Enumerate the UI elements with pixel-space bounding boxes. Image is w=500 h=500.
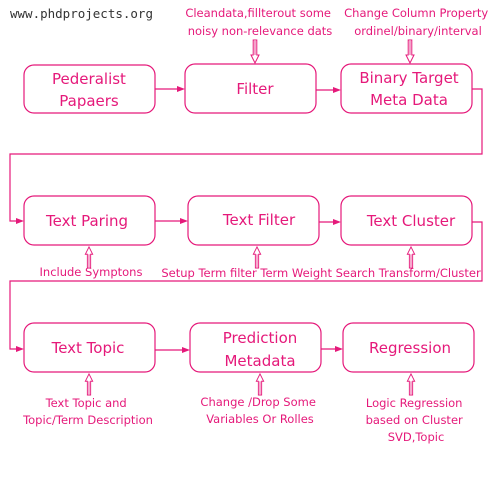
double-arrow-up-icon (406, 373, 416, 396)
double-arrow-up-icon (252, 246, 262, 269)
note-paring: Include Symptons (40, 265, 143, 279)
node-filter: Filter (184, 63, 317, 114)
double-arrow-down-icon (405, 39, 415, 64)
node-text-filter: Text Filter (187, 195, 320, 246)
double-arrow-up-icon (255, 373, 265, 396)
node-pederalist-papers: Pederalist Papaers (23, 64, 156, 114)
note-row2: Setup Term filter Term Weight Search Tra… (161, 266, 481, 280)
svg-text:Text Topic: Text Topic (51, 339, 125, 357)
node-text-topic: Text Topic (23, 322, 156, 373)
svg-text:Regression: Regression (369, 339, 451, 357)
note-filter: Cleandata,fillterout some noisy non-rele… (185, 6, 334, 38)
node-text-paring: Text Paring (23, 195, 156, 246)
node-text-cluster: Text Cluster (340, 195, 473, 246)
double-arrow-up-icon (406, 246, 416, 269)
watermark: www.phdprojects.org (10, 6, 153, 21)
node-prediction-metadata: Prediction Metadata (189, 322, 322, 373)
note-prediction: Change /Drop Some Variables Or Rolles (200, 395, 319, 426)
svg-text:Text Cluster: Text Cluster (366, 212, 456, 230)
note-topic: Text Topic and Topic/Term Description (22, 396, 153, 427)
node-binary-target: Binary Target Meta Data (340, 63, 473, 114)
note-binary: Change Column Property ordinel/binary/in… (344, 6, 492, 38)
node-regression: Regression (342, 322, 475, 373)
svg-text:Filter: Filter (236, 80, 274, 98)
note-regression: Logic Regression based on Cluster SVD,To… (366, 396, 467, 444)
double-arrow-down-icon (250, 39, 260, 64)
svg-text:Text Paring: Text Paring (45, 212, 128, 230)
flow-diagram: www.phdprojects.org Cleandata,fillterout… (9, 6, 492, 444)
double-arrow-up-icon (84, 373, 94, 396)
svg-text:Text Filter: Text Filter (222, 211, 296, 229)
